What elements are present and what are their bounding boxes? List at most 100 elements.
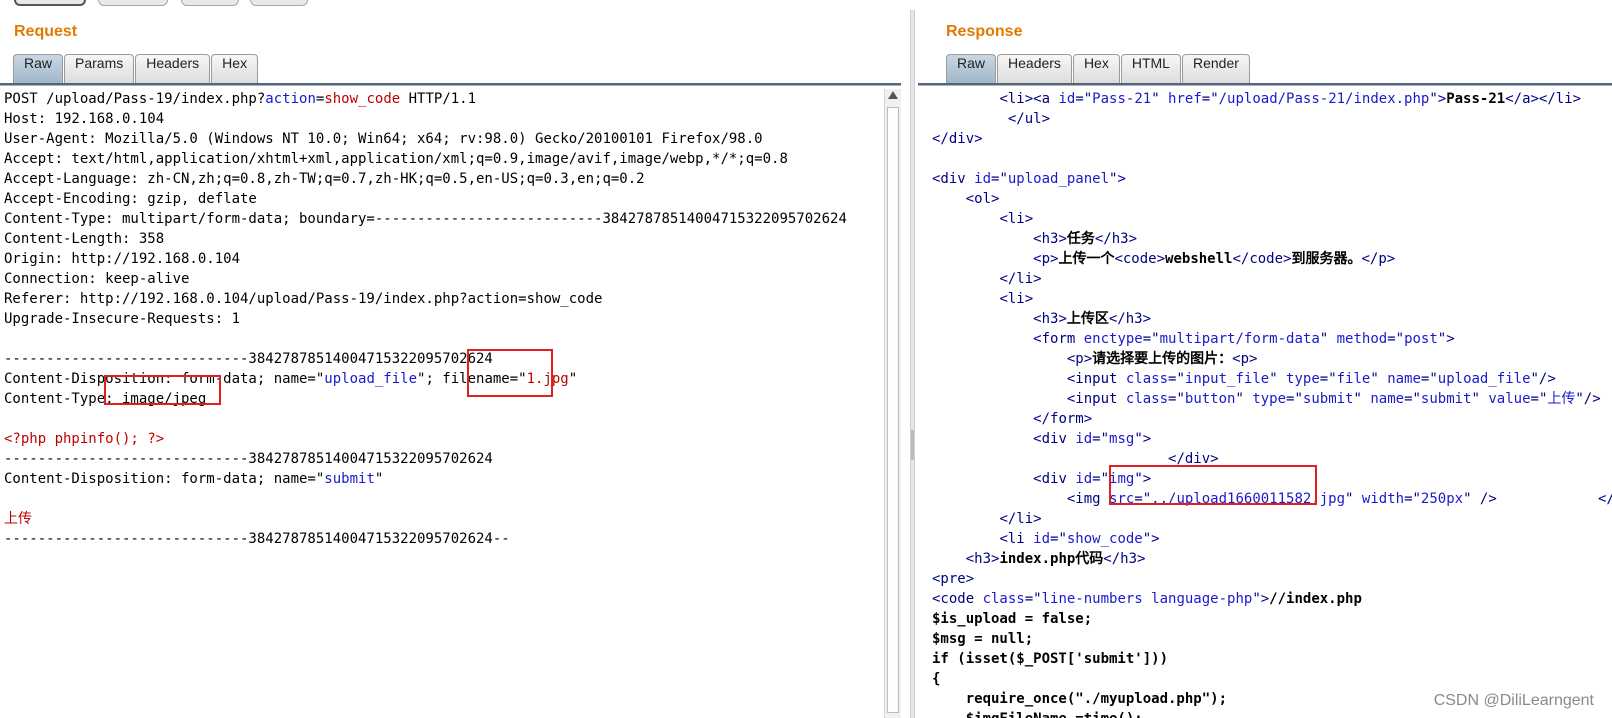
code-token: class (982, 591, 1025, 607)
code-token: Connection: keep-alive (4, 271, 190, 287)
code-line: <pre> (932, 569, 1612, 589)
code-token: Accept-Language: zh-CN,zh;q=0.8,zh-TW;q=… (4, 171, 645, 187)
code-line: -----------------------------38427878514… (4, 349, 881, 369)
code-line: $is_upload = false; (932, 609, 1612, 629)
code-token: line-numbers language-php (1041, 591, 1253, 607)
code-token: <h3> (965, 551, 1000, 567)
code-token: 请选择要上传的图片： (1092, 351, 1233, 367)
response-tab-raw[interactable]: Raw (946, 54, 997, 84)
request-scrollbar[interactable] (884, 89, 901, 718)
request-tab-raw[interactable]: Raw (13, 54, 64, 84)
code-token: " /> (1463, 491, 1497, 507)
response-editor[interactable]: <li><a id="Pass-21" href="/upload/Pass-2… (932, 89, 1612, 718)
code-token: 上传 (1547, 391, 1576, 407)
code-token: <code> (1114, 251, 1166, 267)
code-token: =" (1387, 331, 1405, 347)
code-line: <?php phpinfo(); ?> (4, 429, 881, 449)
code-line: Accept: text/html,application/xhtml+xml,… (4, 149, 881, 169)
code-token: <?php phpinfo(); ?> (4, 431, 165, 447)
code-token: " (1471, 391, 1489, 407)
code-token: =" (1092, 431, 1110, 447)
code-token: Host: 192.168.0.104 (4, 111, 165, 127)
pane-splitter[interactable] (910, 10, 915, 718)
code-token: <input (1066, 391, 1126, 407)
request-title: Request (14, 23, 78, 40)
code-line: if (isset($_POST['submit'])) (932, 649, 1612, 669)
code-token: class (1125, 371, 1169, 387)
code-token: " (1151, 91, 1169, 107)
code-token: "> (1134, 431, 1152, 447)
code-token: type (1252, 391, 1287, 407)
scroll-thumb[interactable] (887, 107, 899, 713)
scroll-up-arrow-icon[interactable] (888, 91, 898, 99)
code-token: <p> (1066, 351, 1093, 367)
code-token: { (932, 671, 941, 687)
code-token: <div (1033, 471, 1076, 487)
code-token: =" (1050, 531, 1067, 547)
code-line: Content-Type: multipart/form-data; bound… (4, 209, 881, 229)
response-tab-headers[interactable]: Headers (997, 54, 1072, 84)
code-token: <p> (1232, 351, 1258, 367)
code-token: <li> (999, 291, 1034, 307)
code-token: <p> (1033, 251, 1059, 267)
code-token: href (1168, 91, 1202, 107)
code-token: HTTP/1.1 (400, 91, 477, 107)
code-line: $msg = null; (932, 629, 1612, 649)
code-line: User-Agent: Mozilla/5.0 (Windows NT 10.0… (4, 129, 881, 149)
code-line: <h3>任务</h3> (932, 229, 1612, 249)
code-token: name (1370, 391, 1405, 407)
code-token: =" (1530, 391, 1548, 407)
response-pane: Response Raw Headers Hex HTML Render <li><a … (918, 0, 1612, 718)
code-line: <div id="upload_panel"> (932, 169, 1612, 189)
code-token: upload_file (1437, 371, 1531, 387)
code-token: require_once("./myupload.php"); (932, 691, 1228, 707)
code-token: =" (1092, 471, 1110, 487)
code-token: </h3> (1108, 311, 1152, 327)
code-line: POST /upload/Pass-19/index.php?action=sh… (4, 89, 881, 109)
code-token: <li><a (999, 91, 1059, 107)
code-line: <li id="show_code"> (932, 529, 1612, 549)
code-line: Content-Disposition: form-data; name="up… (4, 369, 881, 389)
response-tab-render[interactable]: Render (1181, 54, 1250, 84)
code-token: =" (1142, 331, 1160, 347)
code-token: </div> (1597, 491, 1612, 507)
code-line: Content-Type: image/jpeg (4, 389, 881, 409)
request-tab-hex[interactable]: Hex (211, 54, 259, 84)
code-line: <li><a id="Pass-21" href="/upload/Pass-2… (932, 89, 1612, 109)
code-token: <code (932, 591, 983, 607)
splitter-grip[interactable] (911, 430, 914, 460)
code-token: =" (1075, 91, 1093, 107)
code-token: "> (1142, 531, 1160, 547)
code-token: "/> (1530, 371, 1556, 387)
response-tab-html[interactable]: HTML (1120, 54, 1181, 84)
code-token: show_code (324, 91, 401, 107)
code-token: <div (932, 171, 975, 187)
watermark: CSDN @DiliLearngent (1433, 692, 1594, 709)
code-token: Content-Disposition: form-data; name=" (4, 371, 325, 387)
code-token: </ul> (1007, 111, 1051, 127)
code-token: " (1353, 391, 1371, 407)
code-line: Content-Length: 358 (4, 229, 881, 249)
code-line: <div id="msg"> (932, 429, 1612, 449)
code-line: -----------------------------38427878514… (4, 449, 881, 469)
code-line: Upgrade-Insecure-Requests: 1 (4, 309, 881, 329)
code-token: Accept-Encoding: gzip, deflate (4, 191, 257, 207)
code-token: "> (1109, 171, 1126, 187)
code-token: file (1336, 371, 1371, 387)
code-token: <img (1066, 491, 1110, 507)
request-editor[interactable]: POST /upload/Pass-19/index.php?action=sh… (4, 89, 881, 718)
request-tab-params[interactable]: Params (64, 54, 135, 84)
request-tab-headers[interactable]: Headers (135, 54, 211, 84)
response-tab-hex[interactable]: Hex (1072, 54, 1120, 84)
code-token: " (1345, 491, 1362, 507)
